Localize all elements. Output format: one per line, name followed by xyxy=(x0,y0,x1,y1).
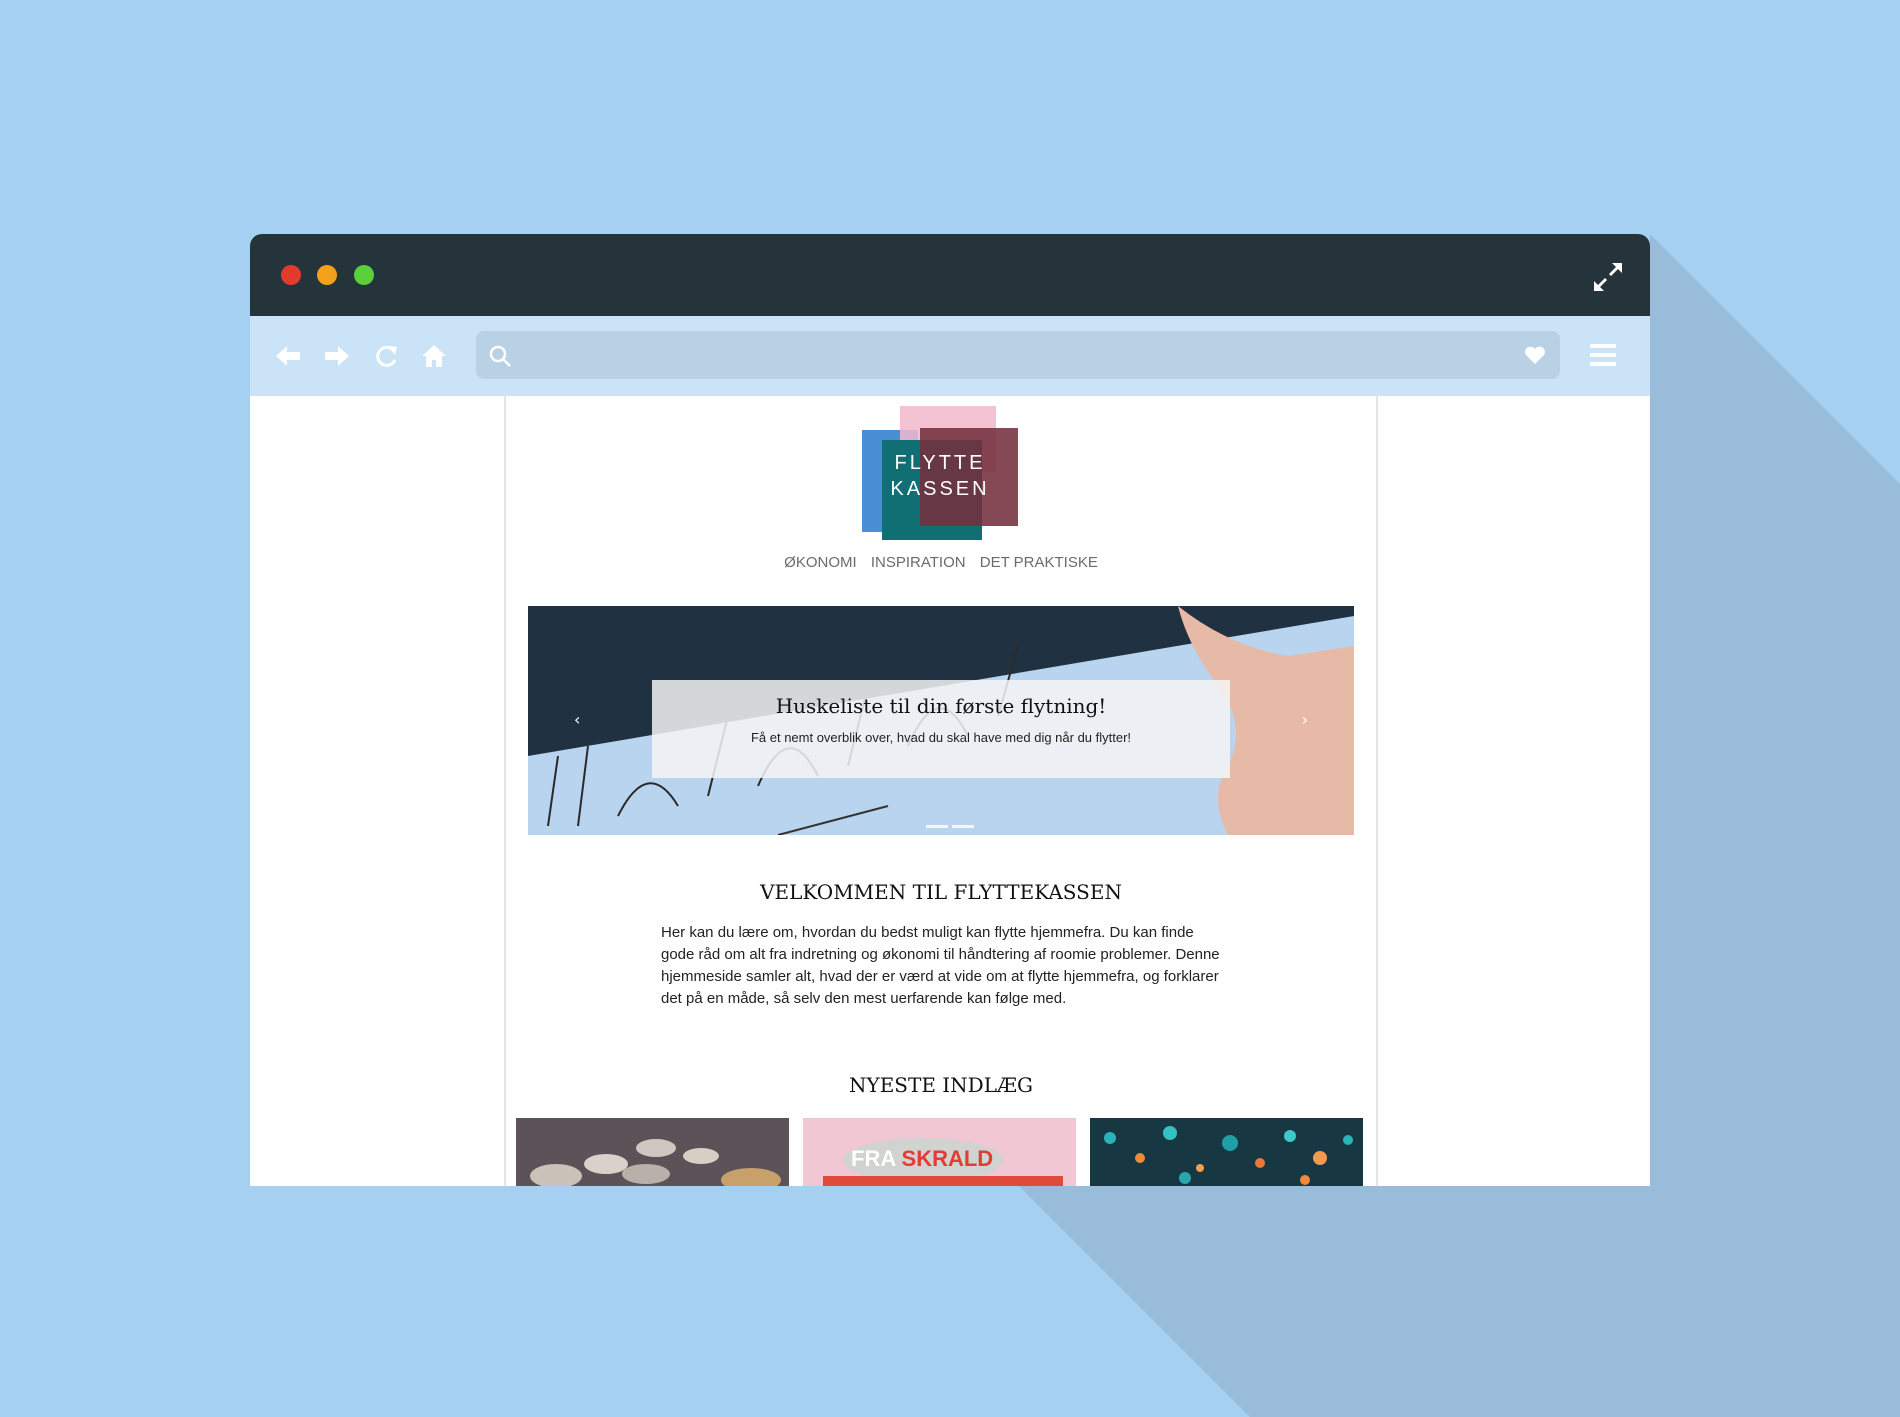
nav-item-inspiration[interactable]: INSPIRATION xyxy=(871,554,966,571)
browser-window: FLYTTE KASSEN ØKONOMI INSPIRATION DET PR… xyxy=(250,234,1650,1186)
page-viewport: FLYTTE KASSEN ØKONOMI INSPIRATION DET PR… xyxy=(250,396,1650,1186)
welcome-text: Her kan du lære om, hvordan du bedst mul… xyxy=(661,924,1220,1007)
post-thumbnail-coins[interactable] xyxy=(516,1118,789,1186)
page-content: FLYTTE KASSEN ØKONOMI INSPIRATION DET PR… xyxy=(504,396,1378,1186)
logo-line-1: FLYTTE xyxy=(894,452,986,474)
hero-title: Huskeliste til din første flytning! xyxy=(775,694,1107,718)
back-arrow-icon[interactable] xyxy=(274,342,302,370)
reload-icon[interactable] xyxy=(372,342,400,370)
welcome-title: VELKOMMEN TIL FLYTTEKASSEN xyxy=(760,880,1122,904)
carousel-indicator[interactable] xyxy=(952,825,974,828)
hero-carousel[interactable]: ‹ › Huskeliste til din første flytning! … xyxy=(528,606,1354,835)
search-icon xyxy=(489,345,511,367)
forward-arrow-icon[interactable] xyxy=(323,342,351,370)
maximize-button[interactable] xyxy=(354,265,374,285)
post-thumbnail-lights[interactable] xyxy=(1090,1118,1363,1186)
address-bar[interactable] xyxy=(476,331,1560,379)
heart-icon[interactable] xyxy=(1524,345,1546,365)
bokeh-lights-image xyxy=(1090,1118,1363,1186)
title-bar xyxy=(250,234,1650,316)
nav-item-okonomi[interactable]: ØKONOMI xyxy=(784,554,857,571)
hamburger-menu-icon[interactable] xyxy=(1590,342,1616,368)
carousel-indicators[interactable] xyxy=(924,813,976,832)
main-nav: ØKONOMI INSPIRATION DET PRAKTISKE xyxy=(506,554,1376,571)
logo-line-2: KASSEN xyxy=(890,478,990,500)
nav-item-det-praktiske[interactable]: DET PRAKTISKE xyxy=(980,554,1098,571)
browser-toolbar xyxy=(250,316,1650,396)
site-logo[interactable]: FLYTTE KASSEN xyxy=(862,406,1018,540)
minimize-button[interactable] xyxy=(317,265,337,285)
coins-image xyxy=(516,1118,789,1186)
carousel-indicator[interactable] xyxy=(926,825,948,828)
home-icon[interactable] xyxy=(420,342,448,370)
expand-icon[interactable] xyxy=(1592,261,1624,293)
poster-text: FRA SKRALD xyxy=(851,1146,994,1171)
latest-posts-title: NYESTE INDLÆG xyxy=(848,1073,1033,1097)
carousel-next-icon[interactable]: › xyxy=(1302,710,1308,729)
hero-subtitle: Få et nemt overblik over, hvad du skal h… xyxy=(750,730,1132,745)
hero-caption: Huskeliste til din første flytning! Få e… xyxy=(652,680,1230,778)
carousel-prev-icon[interactable]: ‹ xyxy=(574,710,580,729)
post-thumbnail-poster[interactable]: FRA SKRALD xyxy=(803,1118,1076,1186)
close-button[interactable] xyxy=(281,265,301,285)
